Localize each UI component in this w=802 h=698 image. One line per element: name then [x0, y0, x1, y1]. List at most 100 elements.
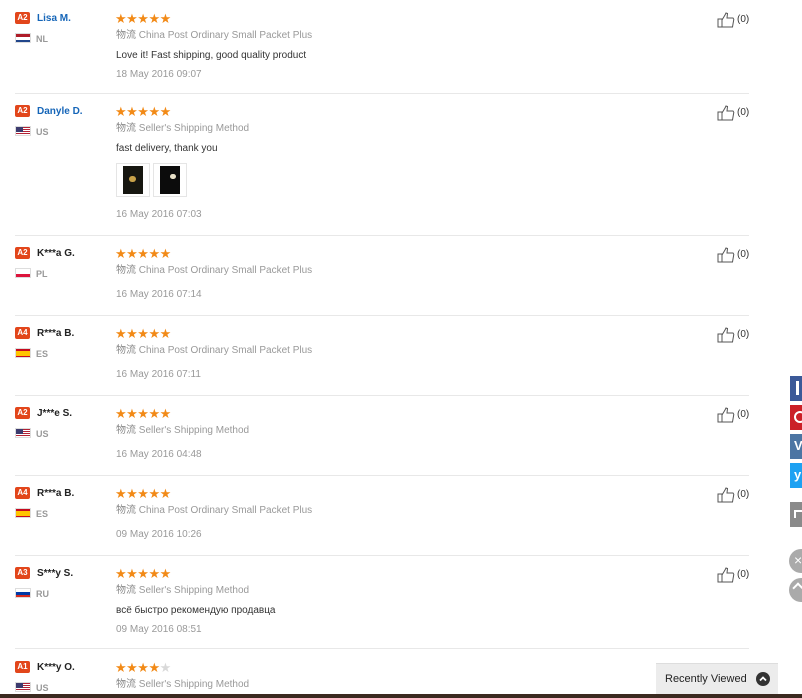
shipping-method-text: China Post Ordinary Small Packet Plus — [138, 30, 313, 41]
recently-viewed-tab[interactable]: Recently Viewed — [656, 663, 778, 694]
star-rating: ★★★★★ — [115, 11, 171, 26]
flag-es-icon — [15, 508, 31, 518]
review-date: 16 May 2016 07:03 — [116, 209, 202, 220]
shipping-method: 物流 China Post Ordinary Small Packet Plus — [116, 345, 312, 357]
reviewer-country: ES — [36, 349, 49, 359]
reviewer-country: RU — [36, 589, 49, 599]
helpful-count: (0) — [737, 569, 750, 580]
review-item: A3 S***y S. RU ★★★★★ 物流 Seller's Shippin… — [0, 567, 760, 642]
helpful-button[interactable]: (0) — [717, 407, 757, 423]
vk-share-button[interactable]: V — [790, 434, 802, 459]
facebook-share-button[interactable] — [790, 376, 802, 401]
shipping-prefix: 物流 — [116, 345, 136, 356]
review-text: Love it! Fast shipping, good quality pro… — [116, 50, 307, 61]
review-item: A4 R***a B. ES ★★★★★ 物流 China Post Ordin… — [0, 327, 760, 387]
shipping-prefix: 物流 — [116, 30, 136, 41]
reviewer-country: PL — [36, 269, 48, 279]
close-icon: × — [794, 552, 802, 568]
review-item: A2 Lisa M. NL ★★★★★ 物流 China Post Ordina… — [0, 12, 760, 92]
thumbs-up-icon — [717, 247, 735, 263]
shipping-method: 物流 China Post Ordinary Small Packet Plus — [116, 505, 312, 517]
recently-viewed-label: Recently Viewed — [665, 673, 747, 685]
pinterest-share-button[interactable] — [790, 405, 802, 430]
pinterest-icon — [794, 411, 802, 423]
star-rating: ★★★★★ — [115, 104, 171, 119]
helpful-button[interactable]: (0) — [717, 105, 757, 121]
shipping-prefix: 物流 — [116, 585, 136, 596]
review-photo-thumbnail[interactable] — [153, 163, 187, 197]
facebook-icon — [796, 381, 802, 395]
buyer-level-badge: A2 — [15, 407, 30, 419]
flag-nl-icon — [15, 33, 31, 43]
star-rating: ★★★★★ — [115, 566, 171, 581]
thumbs-up-icon — [717, 327, 735, 343]
shipping-method: 物流 Seller's Shipping Method — [116, 123, 249, 135]
shipping-method: 物流 Seller's Shipping Method — [116, 679, 249, 691]
close-button[interactable]: × — [789, 549, 802, 573]
review-photos — [116, 163, 196, 199]
review-divider — [15, 648, 749, 649]
helpful-count: (0) — [737, 329, 750, 340]
arrow-up-icon — [792, 582, 802, 594]
buyer-level-badge: A4 — [15, 327, 30, 339]
thumbs-up-icon — [717, 567, 735, 583]
vk-icon: V — [794, 438, 802, 453]
shipping-method: 物流 China Post Ordinary Small Packet Plus — [116, 30, 312, 42]
reviewer-name: K***y O. — [37, 662, 75, 673]
reviewer-country: NL — [36, 34, 48, 44]
review-photo-thumbnail[interactable] — [116, 163, 150, 197]
helpful-count: (0) — [737, 249, 750, 260]
shipping-method: 物流 Seller's Shipping Method — [116, 425, 249, 437]
helpful-button[interactable]: (0) — [717, 487, 757, 503]
star-rating: ★★★★★ — [115, 486, 171, 501]
review-divider — [15, 395, 749, 396]
more-share-button[interactable] — [790, 502, 802, 527]
helpful-button[interactable]: (0) — [717, 12, 757, 28]
review-divider — [15, 93, 749, 94]
bottom-bar — [0, 694, 802, 698]
reviewer-country: US — [36, 429, 49, 439]
shipping-method-text: Seller's Shipping Method — [138, 585, 250, 596]
shipping-method-text: China Post Ordinary Small Packet Plus — [138, 505, 313, 516]
buyer-level-badge: A2 — [15, 12, 30, 24]
reviewer-country: US — [36, 127, 49, 137]
shipping-method-text: Seller's Shipping Method — [138, 679, 250, 690]
helpful-count: (0) — [737, 14, 750, 25]
star-rating: ★★★★★ — [115, 660, 171, 675]
flag-es-icon — [15, 348, 31, 358]
thumbs-up-icon — [717, 105, 735, 121]
twitter-icon: y — [794, 467, 802, 482]
review-item: A2 J***e S. US ★★★★★ 物流 Seller's Shippin… — [0, 407, 760, 467]
review-item: A2 K***a G. PL ★★★★★ 物流 China Post Ordin… — [0, 247, 760, 307]
shipping-method-text: Seller's Shipping Method — [138, 123, 250, 134]
shipping-prefix: 物流 — [116, 123, 136, 134]
helpful-button[interactable]: (0) — [717, 327, 757, 343]
helpful-button[interactable]: (0) — [717, 567, 757, 583]
shipping-prefix: 物流 — [116, 679, 136, 690]
helpful-count: (0) — [737, 489, 750, 500]
review-date: 16 May 2016 07:14 — [116, 289, 202, 300]
reviewer-name[interactable]: Lisa M. — [37, 13, 71, 25]
chevron-up-icon — [756, 672, 770, 686]
twitter-share-button[interactable]: y — [790, 463, 802, 488]
star-rating: ★★★★★ — [115, 246, 171, 261]
helpful-count: (0) — [737, 409, 750, 420]
review-date: 16 May 2016 07:11 — [116, 369, 201, 380]
buyer-level-badge: A2 — [15, 247, 30, 259]
flag-us-icon — [15, 428, 31, 438]
review-text: fast delivery, thank you — [116, 143, 218, 154]
review-date: 18 May 2016 09:07 — [116, 69, 202, 80]
flag-ru-icon — [15, 588, 31, 598]
shipping-method-text: Seller's Shipping Method — [138, 425, 250, 436]
back-to-top-button[interactable] — [789, 578, 802, 602]
buyer-level-badge: A1 — [15, 661, 30, 673]
star-rating: ★★★★★ — [115, 326, 171, 341]
review-item: A2 Danyle D. US ★★★★★ 物流 Seller's Shippi… — [0, 105, 760, 230]
thumbs-up-icon — [717, 487, 735, 503]
reviewer-name: S***y S. — [37, 568, 74, 579]
reviewer-name[interactable]: Danyle D. — [37, 106, 83, 118]
helpful-button[interactable]: (0) — [717, 247, 757, 263]
review-divider — [15, 315, 749, 316]
review-item: A4 R***a B. ES ★★★★★ 物流 China Post Ordin… — [0, 487, 760, 547]
shipping-method: 物流 Seller's Shipping Method — [116, 585, 249, 597]
